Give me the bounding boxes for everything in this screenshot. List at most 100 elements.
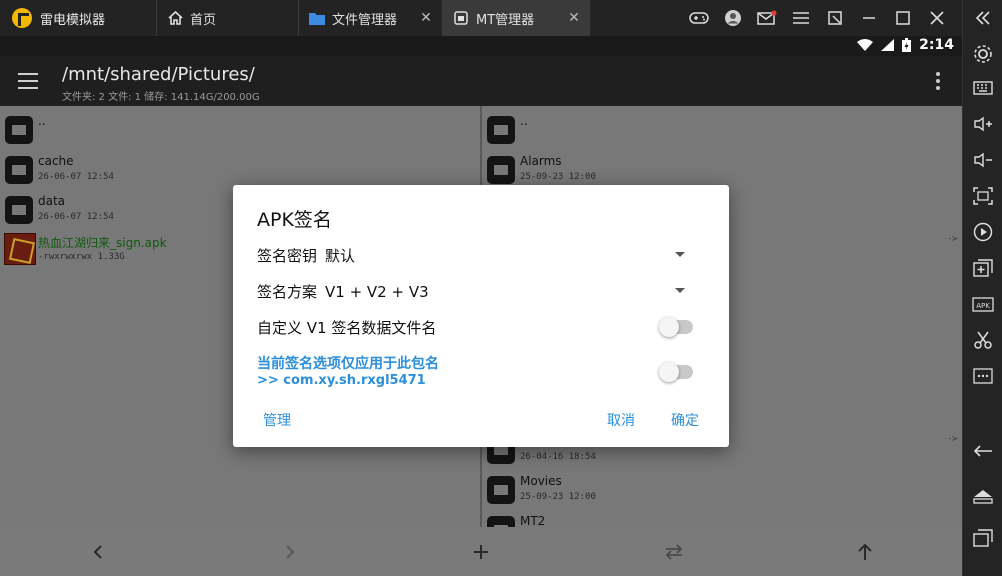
status-time: 2:14 — [919, 37, 954, 53]
sign-key-label: 签名密钥 — [257, 247, 318, 265]
home-icon — [167, 10, 183, 26]
brand[interactable]: 雷电模拟器 — [0, 0, 156, 36]
folder-icon — [487, 516, 515, 527]
battery-charging-icon — [902, 38, 912, 52]
back-icon[interactable] — [963, 435, 1002, 467]
storage-info: 文件夹: 2 文件: 1 储存: 141.14G/200.00G — [62, 92, 260, 103]
list-item[interactable]: .. — [482, 108, 962, 148]
tab-home[interactable]: 首页 — [156, 0, 298, 36]
file-meta: 26-06-07 12:54 — [38, 212, 114, 222]
signal-icon — [881, 39, 895, 51]
svg-text:APK: APK — [976, 302, 990, 310]
folder-icon — [5, 196, 33, 224]
manage-button[interactable]: 管理 — [263, 410, 291, 430]
list-item[interactable]: Alarms 25-09-23 12:00 — [482, 148, 962, 188]
bottom-action-bar — [0, 527, 962, 576]
custom-v1-label: 自定义 V1 签名数据文件名 — [257, 319, 437, 337]
sign-scheme-select[interactable]: 签名方案 V1 + V2 + V3 — [257, 281, 429, 302]
folder-icon — [5, 116, 33, 144]
close-tab-icon[interactable]: ✕ — [566, 10, 582, 26]
account-icon[interactable] — [716, 0, 750, 36]
list-item[interactable]: .. — [0, 108, 480, 148]
apk-sign-dialog: APK签名 签名密钥 默认 签名方案 V1 + V2 + V3 自定义 V1 签名数… — [233, 185, 729, 447]
swap-icon[interactable] — [660, 539, 688, 565]
tab-mt-manager-label: MT管理器 — [476, 12, 535, 28]
play-record-icon[interactable] — [963, 216, 1002, 248]
folder-icon — [5, 156, 33, 184]
sign-key-select[interactable]: 签名密钥 默认 — [257, 245, 355, 266]
sign-scheme-value: V1 + V2 + V3 — [325, 283, 429, 301]
folder-icon — [309, 10, 325, 26]
wifi-icon — [857, 39, 874, 51]
list-item[interactable]: cache 26-06-07 12:54 — [0, 148, 480, 188]
file-name: 热血江湖归来_sign.apk — [38, 236, 167, 250]
file-name: cache — [38, 154, 74, 168]
scissors-icon[interactable] — [963, 324, 1002, 356]
hamburger-menu-icon[interactable] — [18, 73, 38, 89]
tab-home-label: 首页 — [190, 12, 217, 28]
apk-install-icon[interactable]: APK — [963, 288, 1002, 320]
current-path: /mnt/shared/Pictures/ — [62, 64, 255, 85]
mail-icon[interactable] — [750, 0, 784, 36]
emulator-side-toolbar: APK — [962, 0, 1002, 576]
list-item[interactable]: MT2 — [482, 508, 962, 527]
more-icon[interactable] — [963, 360, 1002, 392]
collapse-icon[interactable] — [963, 2, 1002, 34]
add-apk-icon[interactable] — [963, 252, 1002, 284]
cancel-button[interactable]: 取消 — [607, 410, 635, 430]
file-name: MT2 — [520, 514, 546, 527]
overflow-menu-icon[interactable] — [936, 72, 940, 90]
package-only-note: 当前签名选项仅应用于此包名 — [257, 356, 439, 372]
file-meta: 26-04-16 18:54 — [520, 452, 596, 462]
android-status-bar: 2:14 — [0, 36, 962, 56]
sign-scheme-label: 签名方案 — [257, 283, 318, 301]
volume-up-icon[interactable] — [963, 108, 1002, 140]
tab-mt-manager[interactable]: MT管理器 ✕ — [442, 0, 590, 36]
close-tab-icon[interactable]: ✕ — [418, 10, 434, 26]
close-icon[interactable] — [920, 0, 954, 36]
keyboard-icon[interactable] — [963, 72, 1002, 104]
add-icon[interactable] — [467, 539, 495, 565]
folder-icon — [487, 116, 515, 144]
screenshot-icon[interactable] — [963, 180, 1002, 212]
file-meta: 25-09-23 12:00 — [520, 492, 596, 502]
confirm-button[interactable]: 确定 — [671, 410, 699, 430]
forward-arrow-icon[interactable] — [276, 539, 304, 565]
ldplayer-logo-icon — [12, 8, 32, 28]
settings-icon[interactable] — [963, 38, 1002, 70]
maximize-icon[interactable] — [886, 0, 920, 36]
fullscreen-icon[interactable] — [818, 0, 852, 36]
status-icons: 2:14 — [857, 37, 954, 53]
window-actions — [682, 0, 954, 36]
emulator-title-bar: 雷电模拟器 首页 文件管理器 ✕ MT管理器 ✕ — [0, 0, 962, 36]
package-name: >> com.xy.sh.rxgl5471 — [257, 373, 426, 388]
file-meta: 26-06-07 12:54 — [38, 172, 114, 182]
home-nav-icon[interactable] — [963, 480, 1002, 512]
list-item[interactable]: Movies 25-09-23 12:00 — [482, 468, 962, 508]
folder-icon — [487, 156, 515, 184]
package-only-toggle[interactable] — [659, 362, 693, 382]
sign-scheme-dropdown-icon[interactable] — [675, 288, 685, 293]
mt-app-icon — [453, 10, 469, 26]
up-arrow-icon[interactable] — [851, 539, 879, 565]
file-name: .. — [520, 114, 528, 128]
menu-icon[interactable] — [784, 0, 818, 36]
recents-icon[interactable] — [963, 522, 1002, 554]
minimize-icon[interactable] — [852, 0, 886, 36]
file-name: .. — [38, 114, 46, 128]
tab-file-manager[interactable]: 文件管理器 ✕ — [298, 0, 442, 36]
sign-key-value: 默认 — [325, 247, 356, 265]
brand-name: 雷电模拟器 — [40, 12, 106, 28]
file-name: Movies — [520, 474, 562, 488]
back-arrow-icon[interactable] — [84, 539, 112, 565]
emulator-window: 雷电模拟器 首页 文件管理器 ✕ MT管理器 ✕ APK 2:14 /mnt/s… — [0, 0, 1002, 576]
file-name: data — [38, 194, 66, 208]
gamepad-icon[interactable] — [682, 0, 716, 36]
volume-down-icon[interactable] — [963, 144, 1002, 176]
file-name: Alarms — [520, 154, 562, 168]
sign-key-dropdown-icon[interactable] — [675, 252, 685, 257]
custom-v1-toggle[interactable] — [659, 317, 693, 337]
file-meta: -rwxrwxrwx 1.33G — [38, 252, 125, 262]
app-bar: /mnt/shared/Pictures/ 文件夹: 2 文件: 1 储存: 1… — [0, 56, 962, 106]
folder-icon — [487, 476, 515, 504]
